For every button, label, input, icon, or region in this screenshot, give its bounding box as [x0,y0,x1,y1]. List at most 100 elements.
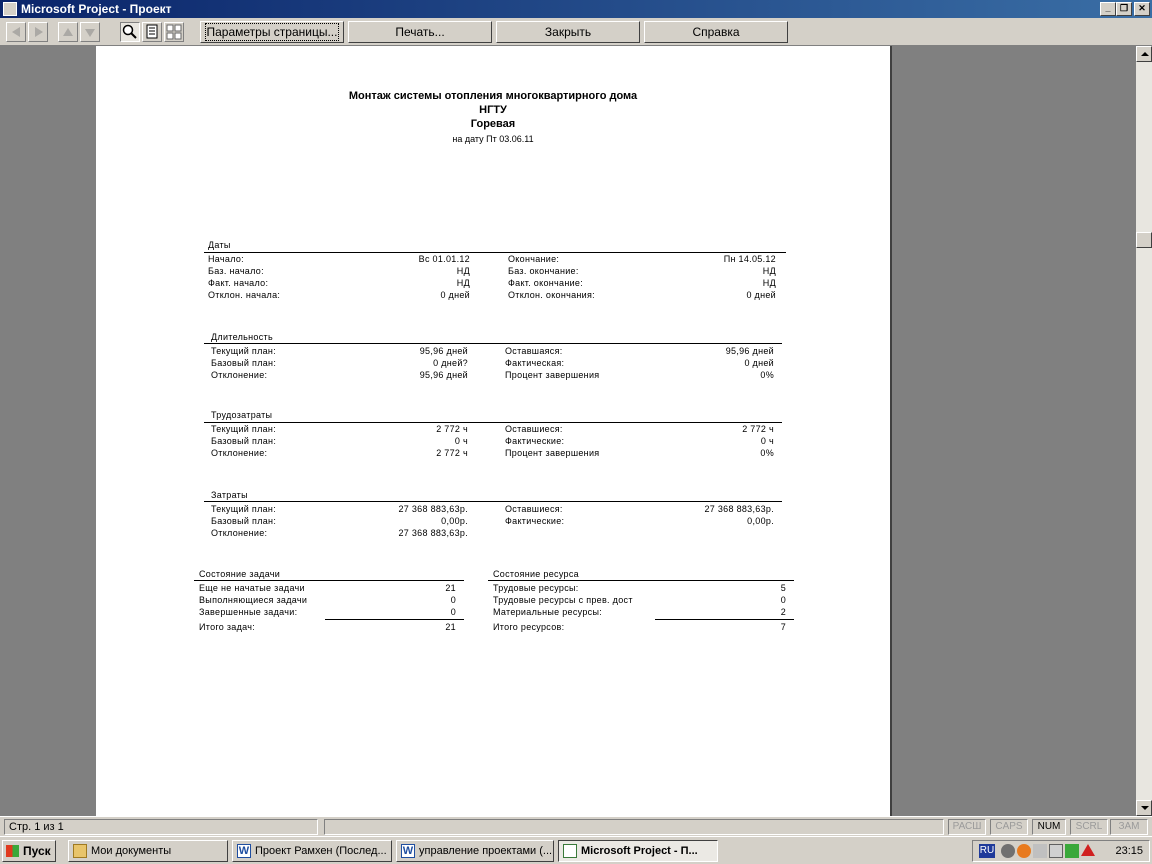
work-header: Трудозатраты [211,410,273,420]
duration-value: 0 дней [744,358,774,368]
caps-indicator: CAPS [990,819,1028,835]
resource-status-label: Материальные ресурсы: [493,607,603,617]
task-total-label: Итого задач: [199,622,256,632]
work-label: Базовый план: [211,436,277,446]
printer-icon[interactable] [1049,844,1063,858]
dates-value: Пн 14.05.12 [723,254,776,264]
costs-label: Текущий план: [211,504,276,514]
word-icon: W [401,844,415,858]
costs-value: 0,00р. [747,516,774,526]
page-down-button[interactable] [80,22,100,42]
resource-status-value: 5 [780,583,786,593]
tray-alert-icon[interactable] [1081,844,1095,856]
taskbar: Пуск Мои документы W Проект Рамхен (Посл… [0,836,1152,864]
scroll-down-button[interactable] [1136,800,1152,816]
title-bar: Microsoft Project - Проект _ ❐ ✕ [0,0,1152,18]
arrow-down-icon [1141,806,1149,810]
costs-label: Оставшиеся: [505,504,563,514]
dates-label: Начало: [208,254,244,264]
system-tray: RU 23:15 [972,840,1150,862]
dates-label: Факт. окончание: [508,278,584,288]
project-app-icon [3,2,17,16]
restore-button[interactable]: ❐ [1116,2,1132,16]
task-status-value: 0 [450,607,456,617]
taskbar-item-my-documents[interactable]: Мои документы [68,840,228,862]
page-setup-label: Параметры страницы... [204,23,340,41]
tray-antivirus-icon[interactable] [1017,844,1031,858]
report-page: Монтаж системы отопления многоквартирног… [96,46,892,816]
task-label: Проект Рамхен (Послед... [255,845,387,857]
resource-total-label: Итого ресурсов: [493,622,565,632]
taskbar-item-word-1[interactable]: W Проект Рамхен (Послед... [232,840,392,862]
window-title: Microsoft Project - Проект [21,2,172,16]
task-total-value: 21 [445,622,456,632]
start-button[interactable]: Пуск [2,840,56,862]
dates-value: Вс 01.01.12 [418,254,470,264]
duration-label: Базовый план: [211,358,277,368]
start-label: Пуск [23,844,51,858]
dates-value: НД [762,266,776,276]
language-indicator[interactable]: RU [979,844,995,858]
task-status-rule [194,580,464,581]
vertical-scrollbar[interactable] [1136,46,1152,816]
page-left-button[interactable] [6,22,26,42]
resource-status-value: 0 [780,595,786,605]
tray-network-icon[interactable] [1065,844,1079,858]
dates-value: НД [762,278,776,288]
page-setup-button[interactable]: Параметры страницы... [200,21,344,43]
taskbar-item-word-2[interactable]: W управление проектами (... [396,840,554,862]
minimize-button[interactable]: _ [1100,2,1116,16]
duration-rule [204,343,782,344]
dates-label: Баз. начало: [208,266,264,276]
dates-value: 0 дней [746,290,776,300]
resource-total-rule [655,619,794,620]
duration-value: 95,96 дней [725,346,774,356]
resource-status-label: Трудовые ресурсы: [493,583,579,593]
close-button[interactable]: Закрыть [496,21,640,43]
page-right-button[interactable] [28,22,48,42]
zoom-button[interactable] [120,22,140,42]
one-page-button[interactable] [142,22,162,42]
task-status-label: Завершенные задачи: [199,607,298,617]
tray-app-icon[interactable] [1001,844,1015,858]
magnifier-icon [122,24,137,39]
work-label: Процент завершения [505,448,600,458]
help-button[interactable]: Справка [644,21,788,43]
dates-value: НД [456,266,470,276]
duration-label: Процент завершения [505,370,600,380]
work-label: Текущий план: [211,424,276,434]
scroll-thumb[interactable] [1136,232,1152,248]
status-message [324,819,944,835]
close-window-button[interactable]: ✕ [1134,2,1150,16]
arrow-left-icon [12,27,20,37]
duration-value: 95,96 дней [419,370,468,380]
task-label: Мои документы [91,845,172,857]
task-status-label: Еще не начатые задачи [199,583,305,593]
folder-icon [73,844,87,858]
duration-label: Текущий план: [211,346,276,356]
costs-value: 0,00р. [441,516,468,526]
report-author: Горевая [470,118,516,130]
print-label: Печать... [395,25,445,39]
page-up-button[interactable] [58,22,78,42]
duration-header: Длительность [211,332,273,342]
multiple-pages-button[interactable] [164,22,184,42]
scroll-up-button[interactable] [1136,46,1152,62]
duration-value: 95,96 дней [419,346,468,356]
work-label: Отклонение: [211,448,268,458]
print-button[interactable]: Печать... [348,21,492,43]
task-status-value: 21 [445,583,456,593]
resource-status-label: Трудовые ресурсы с прев. дост [493,595,633,605]
volume-icon[interactable] [1033,844,1047,858]
report-title: Монтаж системы отопления многоквартирног… [348,90,638,102]
dates-header: Даты [208,240,231,250]
duration-label: Фактическая: [505,358,565,368]
costs-label: Отклонение: [211,528,268,538]
task-status-header: Состояние задачи [199,569,281,579]
taskbar-item-project[interactable]: Microsoft Project - П... [558,840,718,862]
costs-header: Затраты [211,490,248,500]
dates-label: Окончание: [508,254,560,264]
resource-status-header: Состояние ресурса [493,569,579,579]
costs-value: 27 368 883,63р. [704,504,774,514]
status-bar: Стр. 1 из 1 РАСШ CAPS NUM SCRL ЗАМ [0,816,1152,836]
